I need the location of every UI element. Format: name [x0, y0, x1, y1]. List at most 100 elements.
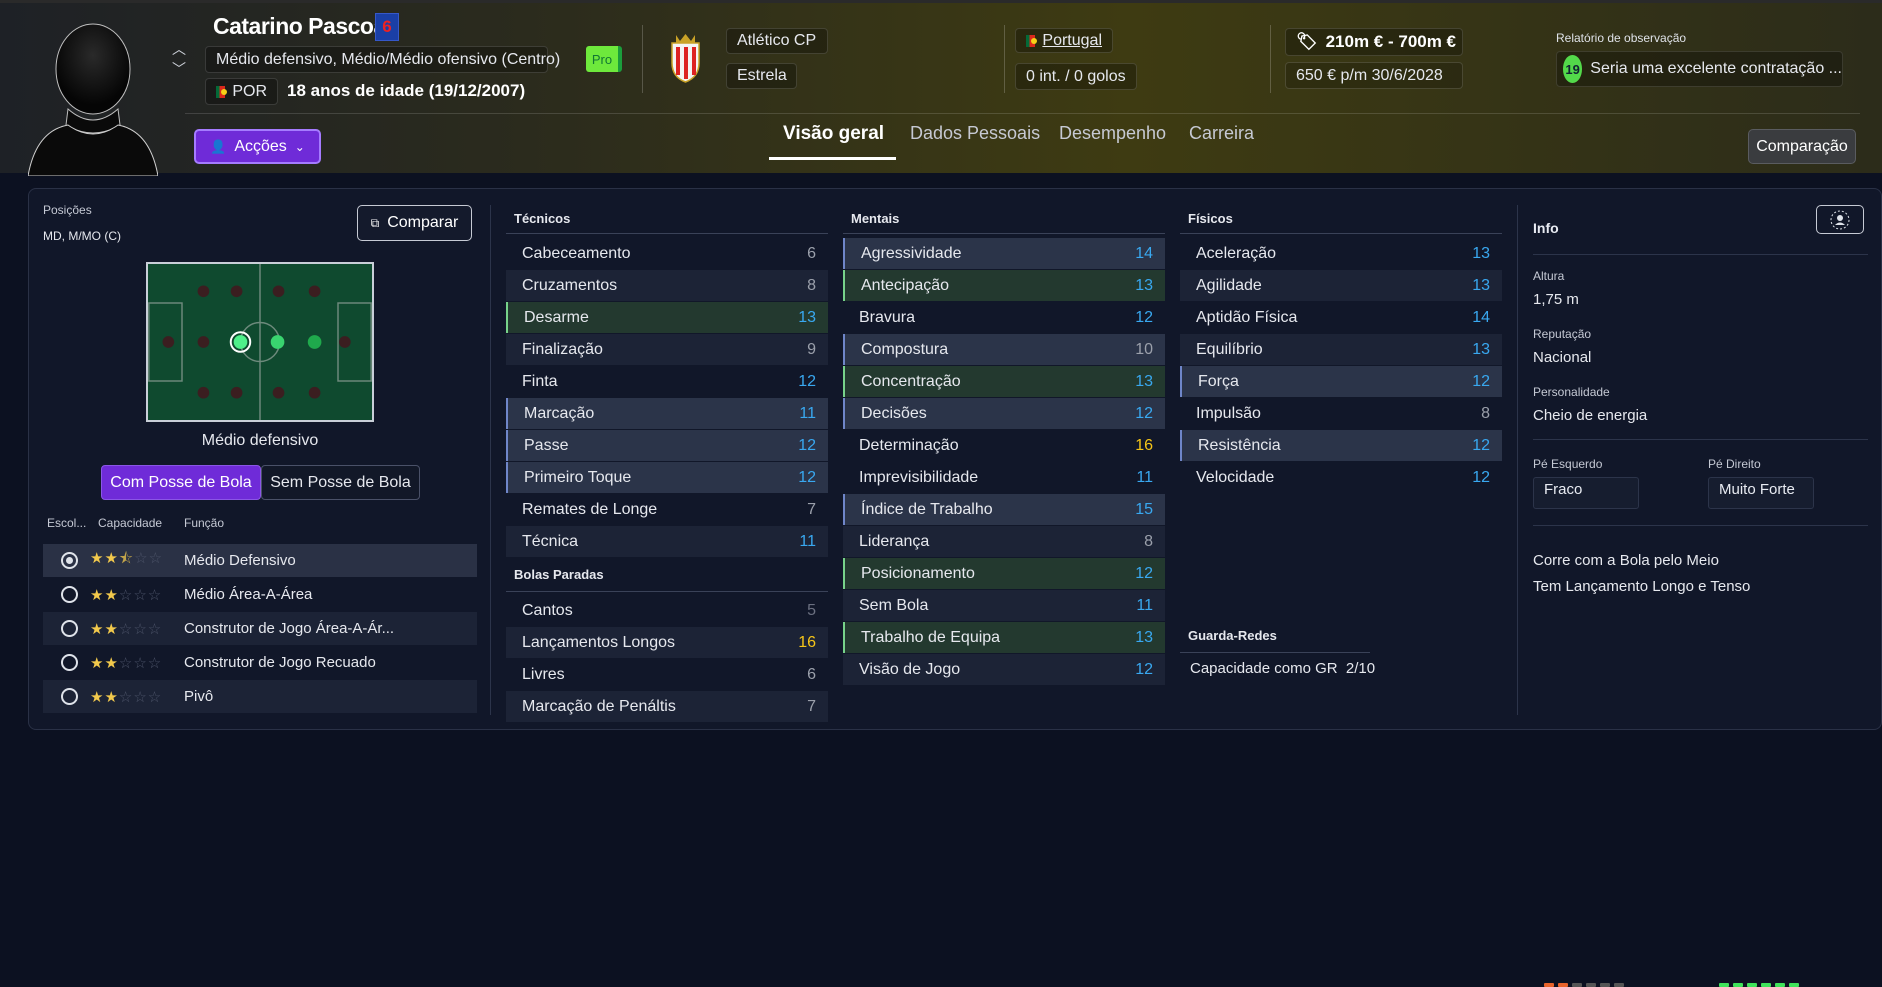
tab-dados-pessoais[interactable]: Dados Pessoais [910, 123, 1040, 144]
attribute-value: 12 [798, 468, 816, 486]
attribute-row[interactable]: Imprevisibilidade 11 [843, 462, 1165, 493]
chevron-down-icon[interactable]: ﹀ [172, 59, 186, 79]
role-row[interactable]: ★★⯪☆☆ Médio Defensivo [43, 544, 477, 577]
attribute-row[interactable]: Lançamentos Longos 16 [506, 627, 828, 658]
attribute-row[interactable]: Antecipação 13 [843, 270, 1165, 301]
attribute-row[interactable]: Concentração 13 [843, 366, 1165, 397]
attribute-row[interactable]: Determinação 16 [843, 430, 1165, 461]
divider [1517, 205, 1518, 715]
attribute-name: Livres [522, 665, 565, 683]
attribute-row[interactable]: Finalização 9 [506, 334, 828, 365]
wage-contract: 650 € p/m 30/6/2028 [1285, 62, 1463, 89]
tab-desempenho[interactable]: Desempenho [1059, 123, 1166, 144]
right-foot-label: Pé Direito [1708, 457, 1761, 471]
attribute-row[interactable]: Liderança 8 [843, 526, 1165, 557]
attribute-name: Cruzamentos [522, 276, 618, 294]
attribute-row[interactable]: Velocidade 12 [1180, 462, 1502, 493]
attribute-row[interactable]: Trabalho de Equipa 13 [843, 622, 1165, 653]
personality-value: Cheio de energia [1533, 407, 1648, 424]
attribute-value: 8 [807, 276, 816, 294]
attribute-row[interactable]: Sem Bola 11 [843, 590, 1165, 621]
pro-badge: Pro [586, 46, 622, 72]
role-row[interactable]: ★★☆☆☆ Médio Área-A-Área [43, 578, 477, 611]
attribute-name: Força [1198, 372, 1239, 390]
attribute-value: 12 [1135, 308, 1153, 326]
attribute-row[interactable]: Equilíbrio 13 [1180, 334, 1502, 365]
attribute-row[interactable]: Técnica 11 [506, 526, 828, 557]
scout-score: 19 [1563, 55, 1583, 83]
attribute-row[interactable]: Agressividade 14 [843, 238, 1165, 269]
bolas-paradas-title: Bolas Paradas [514, 567, 604, 582]
star-rating-icon: ★★☆☆☆ [90, 654, 163, 672]
scout-view-button[interactable] [1816, 205, 1864, 234]
tab-carreira[interactable]: Carreira [1189, 123, 1254, 144]
attribute-row[interactable]: Cruzamentos 8 [506, 270, 828, 301]
tab-without-ball[interactable]: Sem Posse de Bola [261, 465, 420, 500]
country-chip[interactable]: Portugal [1015, 28, 1113, 53]
compare-label: Comparar [387, 214, 459, 231]
attribute-name: Primeiro Toque [524, 468, 632, 486]
attribute-value: 11 [1136, 596, 1153, 614]
attribute-row[interactable]: Livres 6 [506, 659, 828, 690]
height-value: 1,75 m [1533, 291, 1579, 308]
role-row[interactable]: ★★☆☆☆ Construtor de Jogo Recuado [43, 646, 477, 679]
attribute-row[interactable]: Primeiro Toque 12 [506, 462, 828, 493]
attribute-name: Imprevisibilidade [859, 468, 979, 486]
divider [1533, 254, 1868, 255]
scout-report[interactable]: 19 Seria uma excelente contratação ... [1556, 51, 1843, 87]
club-link[interactable]: Atlético CP [726, 28, 828, 54]
chevron-down-icon: ⌄ [294, 139, 305, 154]
chevron-up-icon[interactable]: ︿ [172, 39, 186, 59]
role-radio[interactable] [61, 620, 78, 637]
left-foot-text: Fraco [1544, 480, 1583, 498]
role-radio[interactable] [61, 654, 78, 671]
attribute-value: 14 [1472, 308, 1490, 326]
country-link[interactable]: Portugal [1042, 32, 1102, 50]
attribute-row[interactable]: Aptidão Física 14 [1180, 302, 1502, 333]
role-radio[interactable] [61, 688, 78, 705]
positions-chip: Médio defensivo, Médio/Médio ofensivo (C… [205, 46, 560, 73]
attribute-row[interactable]: Aceleração 13 [1180, 238, 1502, 269]
attribute-name: Marcação de Penáltis [522, 697, 676, 715]
attribute-row[interactable]: Impulsão 8 [1180, 398, 1502, 429]
role-radio[interactable] [61, 586, 78, 603]
attribute-row[interactable]: Marcação 11 [506, 398, 828, 429]
attribute-row[interactable]: Remates de Longe 7 [506, 494, 828, 525]
attribute-name: Antecipação [861, 276, 950, 294]
role-radio[interactable] [61, 552, 78, 569]
attribute-row[interactable]: Finta 12 [506, 366, 828, 397]
attribute-value: 12 [1472, 372, 1490, 390]
role-row[interactable]: ★★☆☆☆ Pivô [43, 680, 477, 713]
attribute-name: Resistência [1198, 436, 1281, 454]
divider [506, 591, 828, 592]
attribute-row[interactable]: Visão de Jogo 12 [843, 654, 1165, 685]
reputation-value: Nacional [1533, 349, 1592, 366]
tab-with-ball[interactable]: Com Posse de Bola [101, 465, 261, 500]
role-row[interactable]: ★★☆☆☆ Construtor de Jogo Área-A-Ár... [43, 612, 477, 645]
attribute-name: Velocidade [1196, 468, 1275, 486]
attribute-row[interactable]: Força 12 [1180, 366, 1502, 397]
attribute-row[interactable]: Índice de Trabalho 15 [843, 494, 1165, 525]
compare-icon: ⧉ [370, 215, 380, 230]
attribute-row[interactable]: Bravura 12 [843, 302, 1165, 333]
attribute-row[interactable]: Compostura 10 [843, 334, 1165, 365]
actions-button[interactable]: 👤 Acções ⌄ [194, 129, 321, 164]
attribute-row[interactable]: Marcação de Penáltis 7 [506, 691, 828, 722]
star-rating-icon: ★★☆☆☆ [90, 620, 163, 638]
comparison-button[interactable]: Comparação [1748, 129, 1856, 164]
attribute-row[interactable]: Desarme 13 [506, 302, 828, 333]
attribute-row[interactable]: Passe 12 [506, 430, 828, 461]
tab-visao-geral[interactable]: Visão geral [783, 123, 884, 145]
attribute-row[interactable]: Cabeceamento 6 [506, 238, 828, 269]
attribute-row[interactable]: Cantos 5 [506, 595, 828, 626]
divider [506, 233, 828, 234]
attribute-row[interactable]: Decisões 12 [843, 398, 1165, 429]
attribute-value: 12 [1135, 660, 1153, 678]
attribute-row[interactable]: Resistência 12 [1180, 430, 1502, 461]
compare-button[interactable]: ⧉ Comparar [357, 205, 472, 241]
nationality-code: POR [232, 82, 267, 100]
attribute-row[interactable]: Posicionamento 12 [843, 558, 1165, 589]
player-name: Catarino Pascoal [213, 13, 392, 39]
attribute-row[interactable]: Agilidade 13 [1180, 270, 1502, 301]
pitch-position-label: Médio defensivo [201, 432, 319, 449]
